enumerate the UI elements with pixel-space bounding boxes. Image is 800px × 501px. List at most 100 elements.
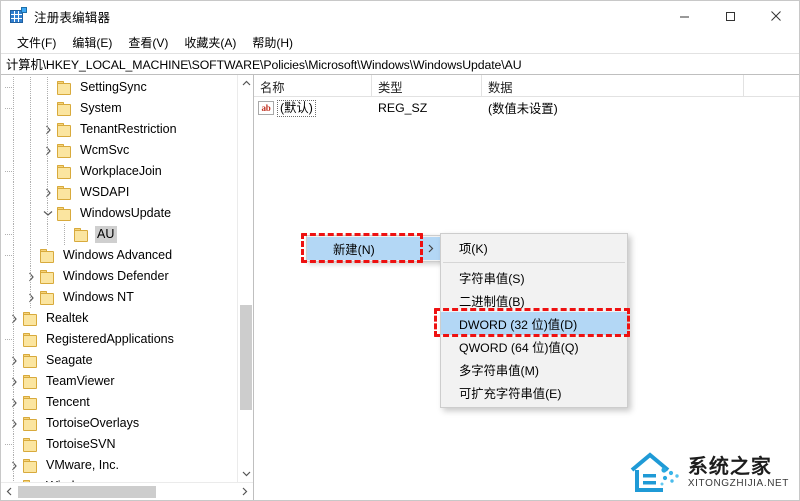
tree-item-windows-defender[interactable]: Windows Defender xyxy=(1,266,237,287)
chevron-down-icon[interactable] xyxy=(40,203,56,224)
column-header-type[interactable]: 类型 xyxy=(372,75,482,96)
tree-item-label: TeamViewer xyxy=(46,374,115,388)
folder-icon xyxy=(22,311,39,326)
context-menu-item-new[interactable]: 新建(N) xyxy=(307,237,443,260)
chevron-right-icon[interactable] xyxy=(6,392,22,413)
submenu-item-0[interactable]: 项(K) xyxy=(441,236,627,259)
tree-item-tenantrestriction[interactable]: TenantRestriction xyxy=(1,119,237,140)
chevron-right-icon[interactable] xyxy=(40,119,56,140)
value-type-cell: REG_SZ xyxy=(378,101,428,115)
address-bar[interactable]: 计算机\HKEY_LOCAL_MACHINE\SOFTWARE\Policies… xyxy=(1,53,799,75)
submenu-item-1[interactable]: 字符串值(S) xyxy=(441,266,627,289)
menu-file[interactable]: 文件(F) xyxy=(9,32,64,53)
chevron-right-icon[interactable] xyxy=(6,455,22,476)
submenu-item-label: 多字符串值(M) xyxy=(459,363,539,378)
tree-guide-line xyxy=(47,77,48,98)
submenu-item-4[interactable]: QWORD (64 位)值(Q) xyxy=(441,335,627,358)
tree-item-realtek[interactable]: Realtek xyxy=(1,308,237,329)
tree-item-tortoisesvn[interactable]: TortoiseSVN xyxy=(1,434,237,455)
folder-icon xyxy=(56,80,73,95)
tree-horizontal-scroll-thumb[interactable] xyxy=(18,485,156,498)
folder-icon xyxy=(22,437,39,452)
registry-icon xyxy=(10,7,27,24)
tree-guide-line xyxy=(30,140,31,161)
chevron-right-icon[interactable] xyxy=(6,371,22,392)
value-data-cell: (数值未设置) xyxy=(488,102,558,116)
tree-guide-line xyxy=(13,98,14,119)
tree-item-seagate[interactable]: Seagate xyxy=(1,350,237,371)
folder-icon xyxy=(56,164,73,179)
tree-guide-line xyxy=(13,287,14,308)
scroll-down-icon[interactable] xyxy=(238,465,253,482)
chevron-right-icon[interactable] xyxy=(23,266,39,287)
tree-guide-line xyxy=(13,329,14,350)
tree-guide-line xyxy=(5,87,13,88)
chevron-right-icon[interactable] xyxy=(23,287,39,308)
table-row[interactable]: ab (默认) REG_SZ (数值未设置) xyxy=(254,97,799,119)
tree-item-wsdapi[interactable]: WSDAPI xyxy=(1,182,237,203)
minimize-icon[interactable] xyxy=(661,1,707,31)
column-header-name[interactable]: 名称 xyxy=(254,75,372,96)
tree-guide-line xyxy=(13,161,14,182)
title-bar: 注册表编辑器 xyxy=(1,1,799,31)
tree-guide-line xyxy=(30,77,31,98)
tree-item-label: VMware, Inc. xyxy=(46,458,119,472)
registry-tree: SettingSync System TenantRestriction WcmSvc… xyxy=(1,75,237,482)
chevron-right-icon[interactable] xyxy=(40,182,56,203)
column-header-data[interactable]: 数据 xyxy=(482,75,744,96)
submenu-item-5[interactable]: 多字符串值(M) xyxy=(441,358,627,381)
tree-guide-line xyxy=(47,224,48,245)
menu-view[interactable]: 查看(V) xyxy=(120,32,176,53)
tree-item-tortoiseoverlays[interactable]: TortoiseOverlays xyxy=(1,413,237,434)
tree-item-tencent[interactable]: Tencent xyxy=(1,392,237,413)
tree-item-settingsync[interactable]: SettingSync xyxy=(1,77,237,98)
tree-vertical-scroll-thumb[interactable] xyxy=(240,305,252,410)
chevron-right-icon xyxy=(428,242,434,256)
tree-item-windows-advanced[interactable]: Windows Advanced xyxy=(1,245,237,266)
tree-guide-line xyxy=(5,108,13,109)
tree-guide-line xyxy=(47,98,48,119)
tree-item-label: SettingSync xyxy=(80,80,147,94)
tree-guide-line xyxy=(30,245,31,266)
tree-item-label: TenantRestriction xyxy=(80,122,177,136)
tree-item-wcmsvc[interactable]: WcmSvc xyxy=(1,140,237,161)
tree-guide-line xyxy=(13,413,14,434)
tree-item-au[interactable]: AU xyxy=(1,224,237,245)
tree-guide-line xyxy=(13,77,14,98)
tree-guide-line xyxy=(13,119,14,140)
registry-tree-pane: SettingSync System TenantRestriction WcmSvc… xyxy=(1,75,254,500)
tree-item-windowsupdate[interactable]: WindowsUpdate xyxy=(1,203,237,224)
tree-guide-line xyxy=(64,224,65,245)
submenu-item-6[interactable]: 可扩充字符串值(E) xyxy=(441,381,627,404)
tree-vertical-scrollbar[interactable] xyxy=(237,75,253,482)
tree-guide-line xyxy=(5,444,13,445)
chevron-right-icon[interactable] xyxy=(6,413,22,434)
maximize-icon[interactable] xyxy=(707,1,753,31)
menu-help[interactable]: 帮助(H) xyxy=(244,32,301,53)
chevron-right-icon[interactable] xyxy=(6,308,22,329)
tree-item-label: WorkplaceJoin xyxy=(80,164,162,178)
tree-guide-line xyxy=(47,161,48,182)
tree-item-system[interactable]: System xyxy=(1,98,237,119)
scroll-left-icon[interactable] xyxy=(1,484,18,500)
menu-edit[interactable]: 编辑(E) xyxy=(64,32,120,53)
submenu-item-2[interactable]: 二进制值(B) xyxy=(441,289,627,312)
registry-editor-window: 注册表编辑器 文件(F) 编辑(E) 查看(V) 收藏夹(A) 帮助(H) 计算… xyxy=(0,0,800,501)
chevron-right-icon[interactable] xyxy=(40,140,56,161)
scroll-right-icon[interactable] xyxy=(236,484,253,500)
folder-icon xyxy=(39,248,56,263)
scroll-up-icon[interactable] xyxy=(238,75,253,92)
tree-item-teamviewer[interactable]: TeamViewer xyxy=(1,371,237,392)
submenu-item-label: 可扩充字符串值(E) xyxy=(459,386,562,401)
tree-item-windows-nt[interactable]: Windows NT xyxy=(1,287,237,308)
submenu-item-3[interactable]: DWORD (32 位)值(D) xyxy=(441,312,627,335)
tree-horizontal-scrollbar[interactable] xyxy=(1,482,253,500)
tree-item-workplacejoin[interactable]: WorkplaceJoin xyxy=(1,161,237,182)
close-icon[interactable] xyxy=(753,1,799,31)
menu-favorites[interactable]: 收藏夹(A) xyxy=(176,32,244,53)
tree-item-registeredapplications[interactable]: RegisteredApplications xyxy=(1,329,237,350)
tree-item-vmware-inc[interactable]: VMware, Inc. xyxy=(1,455,237,476)
tree-item-label: Windows NT xyxy=(63,290,134,304)
chevron-right-icon[interactable] xyxy=(6,350,22,371)
tree-horizontal-scroll-track[interactable] xyxy=(18,484,236,500)
